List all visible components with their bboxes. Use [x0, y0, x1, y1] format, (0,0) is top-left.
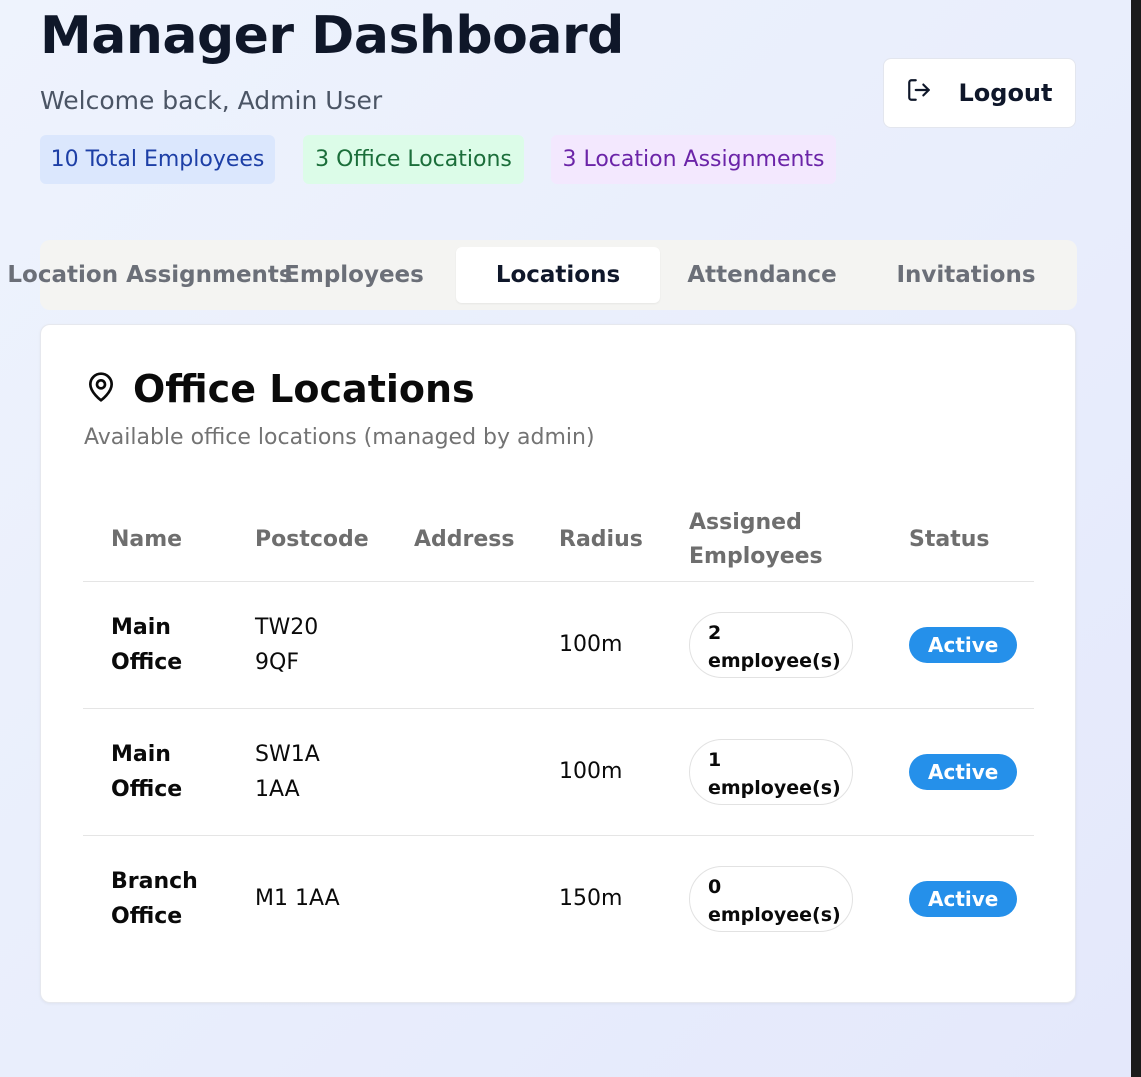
location-name-line2: Office	[111, 649, 183, 675]
table-header-row: Name Postcode Address Radius Assigned Em…	[83, 500, 1034, 582]
assigned-count-pill: 2 employee(s)	[689, 611, 853, 678]
location-name: Main Office	[83, 581, 255, 709]
assigned-count-pill: 0 employee(s)	[689, 865, 853, 932]
location-name: Branch Office	[83, 835, 255, 962]
assigned-label: employee(s)	[708, 649, 841, 672]
table-row: Main Office SW1A 1AA 100m 1 employee(s) …	[83, 708, 1034, 836]
column-header-radius: Radius	[559, 500, 689, 582]
table-row: Main Office TW20 9QF 100m 2 employee(s) …	[83, 581, 1034, 709]
assigned-count-pill: 1 employee(s)	[689, 738, 853, 805]
status-cell: Active	[909, 835, 1034, 962]
tab-invitations[interactable]: Invitations	[864, 247, 1068, 303]
location-postcode: M1 1AA	[255, 835, 414, 962]
location-postcode: TW20 9QF	[255, 581, 414, 709]
location-name-line1: Branch	[111, 868, 198, 894]
status-badge: Active	[909, 880, 1018, 917]
assigned-employees-cell: 2 employee(s)	[689, 581, 909, 709]
location-name: Main Office	[83, 708, 255, 836]
tab-employees[interactable]: Employees	[274, 247, 434, 303]
assigned-count: 1	[708, 748, 722, 771]
welcome-message: Welcome back, Admin User	[40, 86, 383, 115]
logout-icon	[906, 77, 932, 109]
card-subtitle: Available office locations (managed by a…	[84, 425, 595, 450]
total-employees-badge: 10 Total Employees	[40, 135, 275, 184]
map-pin-icon	[85, 371, 117, 407]
assigned-employees-cell: 1 employee(s)	[689, 708, 909, 836]
postcode-line1: SW1A	[255, 741, 320, 767]
location-postcode: SW1A 1AA	[255, 708, 414, 836]
location-radius: 100m	[559, 581, 689, 709]
status-badge: Active	[909, 626, 1018, 663]
office-locations-badge: 3 Office Locations	[303, 135, 524, 184]
location-address	[414, 581, 559, 709]
tab-location-assignments[interactable]: Location Assignments	[7, 247, 292, 303]
page-title: Manager Dashboard	[40, 6, 624, 66]
logout-button[interactable]: Logout	[883, 58, 1076, 128]
postcode-line1: TW20	[255, 614, 319, 640]
table-row: Branch Office M1 1AA 150m 0 employee(s) …	[83, 835, 1034, 962]
location-radius: 150m	[559, 886, 623, 912]
assigned-employees-cell: 0 employee(s)	[689, 835, 909, 962]
column-header-status: Status	[909, 500, 1034, 582]
location-assignments-badge: 3 Location Assignments	[551, 135, 836, 184]
window-edge	[1131, 0, 1141, 1077]
location-address	[414, 835, 559, 962]
card-title: Office Locations	[133, 367, 475, 411]
assigned-header-line1: Assigned	[689, 510, 802, 536]
tab-attendance[interactable]: Attendance	[660, 247, 864, 303]
assigned-header-line2: Employees	[689, 544, 823, 570]
assigned-label: employee(s)	[708, 776, 841, 799]
locations-table: Name Postcode Address Radius Assigned Em…	[83, 500, 1034, 962]
location-name-line1: Main	[111, 614, 171, 640]
card-header: Office Locations	[85, 367, 475, 411]
postcode-line2: 9QF	[255, 649, 299, 675]
location-name-line1: Main	[111, 741, 171, 767]
status-cell: Active	[909, 581, 1034, 709]
tab-locations[interactable]: Locations	[456, 247, 660, 303]
postcode-line2: 1AA	[255, 776, 300, 802]
location-name-line2: Office	[111, 903, 183, 929]
column-header-address: Address	[414, 500, 559, 582]
location-address	[414, 708, 559, 836]
postcode-line1: M1 1AA	[255, 886, 340, 912]
status-badge: Active	[909, 753, 1018, 790]
location-radius: 100m	[559, 708, 689, 836]
assigned-count: 0	[708, 875, 722, 898]
status-cell: Active	[909, 708, 1034, 836]
location-name-line2: Office	[111, 776, 183, 802]
column-header-name: Name	[83, 500, 255, 582]
column-header-postcode: Postcode	[255, 500, 414, 582]
tab-list: Location Assignments Employees Locations…	[7, 240, 1077, 310]
assigned-label: employee(s)	[708, 903, 841, 926]
assigned-count: 2	[708, 621, 722, 644]
office-locations-card: Office Locations Available office locati…	[40, 324, 1076, 1003]
logout-label: Logout	[958, 79, 1053, 107]
column-header-assigned-employees: Assigned Employees	[689, 500, 909, 582]
